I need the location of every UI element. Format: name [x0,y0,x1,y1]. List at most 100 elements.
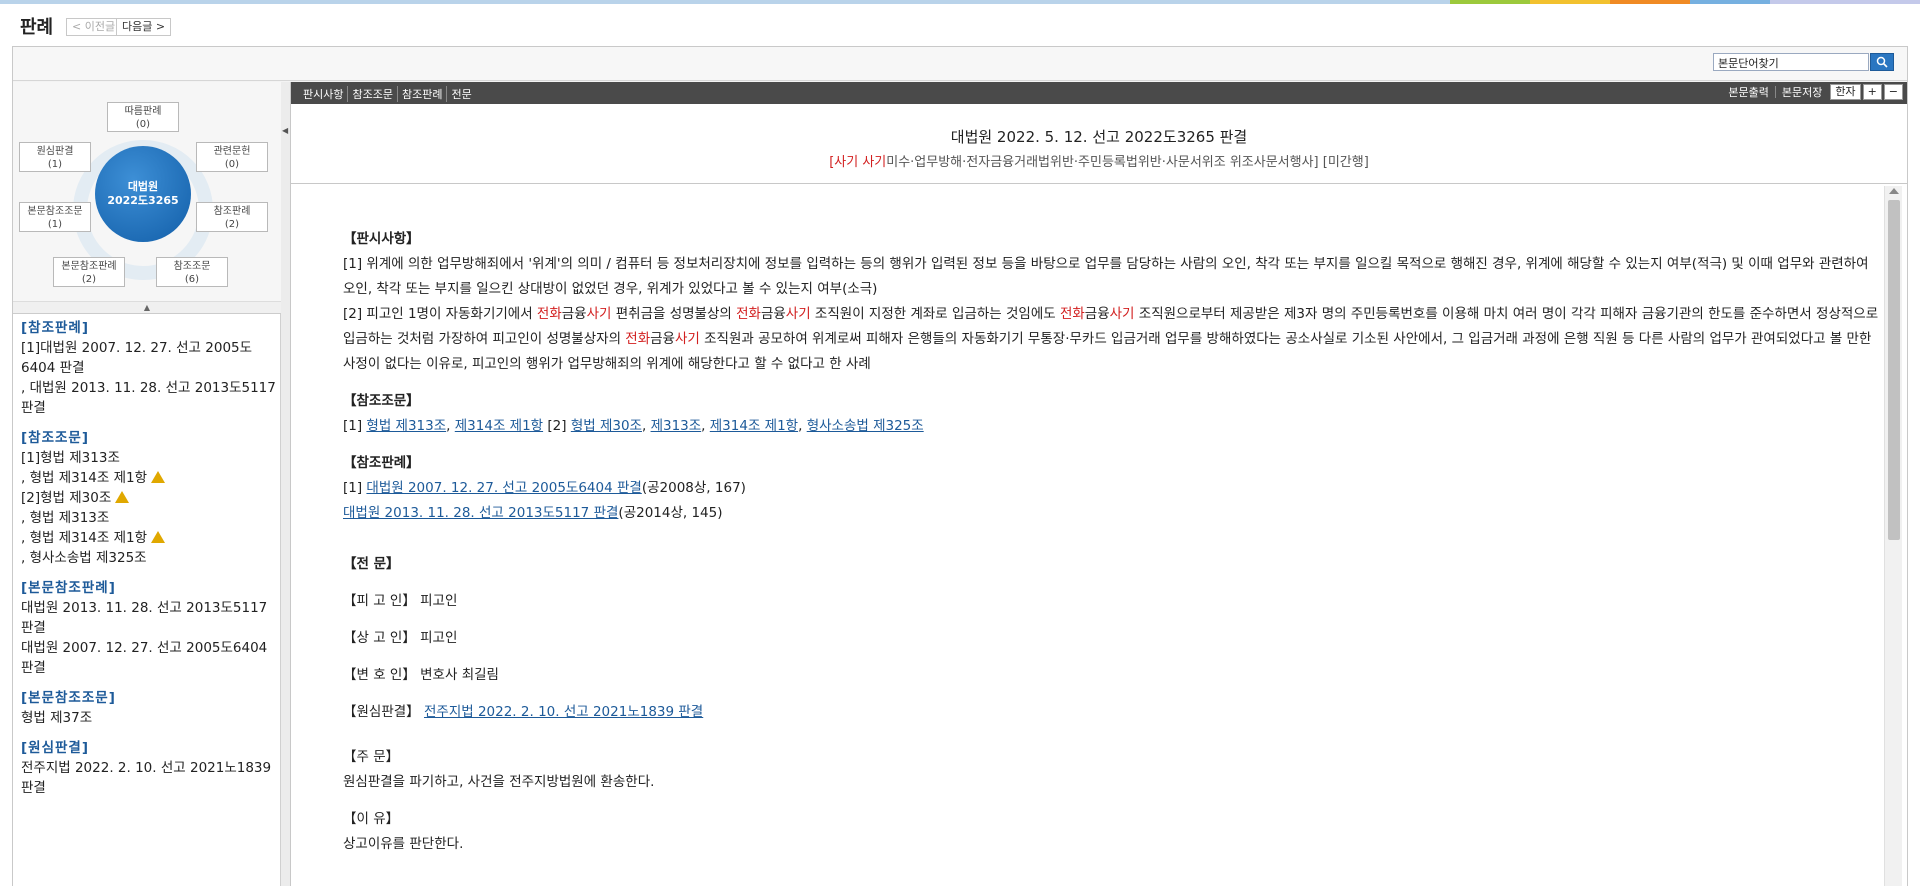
counsel-line: 【변 호 인】 변호사 최길림 [343,663,1883,688]
ref-laws-title: [참조조문] [21,430,90,446]
ref-law-item[interactable]: [1]형법 제313조 [21,448,276,468]
case-subtitle-rest: 미수·업무방해·전자금융거래법위반·주민등록법위반·사문서위조 위조사문서행사]… [886,155,1369,170]
reason-text: 상고이유를 판단한다. [343,836,464,852]
node-label: 따름판례 [124,106,162,117]
search-button[interactable] [1870,53,1894,71]
hanja-toggle[interactable]: 한자 [1830,84,1861,100]
save-button[interactable]: 본문저장 [1776,84,1828,100]
law-link[interactable]: 제313조 [651,418,702,434]
law-link[interactable]: 형법 제313조 [366,418,446,434]
holding-heading: 【판시사항】 [343,231,420,247]
text: 조직원이 지정한 계좌로 입금하는 것임에도 [810,306,1060,322]
label: 【피 고 인】 [343,593,416,609]
tab-full-text[interactable]: 전문 [447,86,475,102]
ref-law-item[interactable]: [2]형법 제30조 [21,488,276,508]
warning-icon [151,531,166,543]
case-link[interactable]: 대법원 2007. 12. 27. 선고 2005도6404 판결 [366,480,641,496]
value: 피고인 [420,593,458,609]
node-original-judgment[interactable]: 원심판결 (1) [19,142,91,172]
law-link[interactable]: 형법 제30조 [571,418,642,434]
text: (공2008상, 167) [641,480,746,496]
body-ref-law-item[interactable]: 형법 제37조 [21,708,276,728]
law-link[interactable]: 제314조 제1항 [455,418,543,434]
scrollbar-thumb[interactable] [1888,200,1900,540]
center-case-number: 2022도3265 [107,194,179,207]
next-button[interactable]: 다음글 > [116,18,172,36]
case-link[interactable]: 대법원 2013. 11. 28. 선고 2013도5117 판결 [343,505,618,521]
appellant-line: 【상 고 인】 피고인 [343,626,1883,651]
original-judgment-item[interactable]: 전주지법 2022. 2. 10. 선고 2021노1839 판결 [21,758,276,798]
viewer-frame: 본문단어찾기 대법원 2022도3265 따름판례 (0) 관련문헌 (0) 참조판… [12,46,1908,886]
node-count: (2) [81,274,97,285]
case-subtitle: [사기 사기미수·업무방해·전자금융거래법위반·주민등록법위반·사문서위조 위조… [291,151,1907,170]
collapse-relation-map[interactable]: ▲ [13,302,281,314]
center-court: 대법원 [127,180,159,193]
text: 금융 [561,306,587,322]
text: (공2014상, 145) [618,505,723,521]
body-ref-case-item[interactable]: 대법원 2007. 12. 27. 선고 2005도6404 판결 [21,638,276,678]
search-bar: 본문단어찾기 [13,47,1907,81]
law-link[interactable]: 형사소송법 제325조 [807,418,924,434]
case-title: 대법원 2022. 5. 12. 선고 2022도3265 판결 [950,128,1248,146]
ref-case-item[interactable]: , 대법원 2013. 11. 28. 선고 2013도5117 판결 [21,378,276,418]
label: 【원심판결】 [343,704,420,720]
node-body-ref-cases[interactable]: 본문참조판례 (2) [53,257,125,287]
highlight: 전화 [736,306,761,322]
original-judgment-line: 【원심판결】 전주지법 2022. 2. 10. 선고 2021노1839 판결 [343,700,1883,725]
highlight: 전화 [1059,306,1085,322]
defendant-line: 【피 고 인】 피고인 [343,589,1883,614]
content-scrollbar[interactable] [1884,186,1902,886]
ref-law-item[interactable]: , 형법 제313조 [21,508,276,528]
chevron-left-icon: ◀ [282,126,289,135]
original-judgment-link[interactable]: 전주지법 2022. 2. 10. 선고 2021노1839 판결 [424,704,703,720]
node-ref-laws[interactable]: 참조조문 (6) [156,257,228,287]
label: 【상 고 인】 [343,630,416,646]
left-panel: 대법원 2022도3265 따름판례 (0) 관련문헌 (0) 참조판례 (2) 참조… [13,82,281,886]
tab-holding[interactable]: 판시사항 [299,86,349,102]
node-related-literature[interactable]: 관련문헌 (0) [196,142,268,172]
panel-splitter[interactable]: ◀ [281,82,291,886]
tab-ref-cases[interactable]: 참조판례 [398,86,448,102]
font-decrease-button[interactable]: − [1883,84,1903,100]
search-input[interactable]: 본문단어찾기 [1713,53,1869,71]
original-judgment-title: [원심판결] [21,740,90,756]
holding-item-1: [1] 위계에 의한 업무방해죄에서 '위계'의 의미 / 컴퓨터 등 정보처리… [343,256,1869,297]
relation-center[interactable]: 대법원 2022도3265 [95,146,191,242]
node-body-ref-laws[interactable]: 본문참조조문 (1) [19,202,91,232]
order-text: 원심판결을 파기하고, 사건을 전주지방법원에 환송한다. [343,774,655,790]
ref-law-text: [1]형법 제313조 [21,450,120,466]
ref-cases-heading: 【참조판례】 [343,455,420,471]
font-increase-button[interactable]: + [1862,84,1882,100]
print-button[interactable]: 본문출력 [1722,84,1774,100]
ref-case-item[interactable]: [1]대법원 2007. 12. 27. 선고 2005도6404 판결 [21,338,276,378]
body-ref-cases-title: [본문참조판례] [21,580,116,596]
node-ref-cases[interactable]: 참조판례 (2) [196,202,268,232]
ref-cases-title: [참조판례] [21,320,90,336]
node-label: 참조조문 [173,261,211,272]
value: 변호사 최길림 [420,667,499,683]
value: 피고인 [420,630,458,646]
reason-heading: 【이 유】 [343,811,400,827]
scroll-up-icon[interactable] [1889,188,1899,194]
ref-law-item[interactable]: , 형사소송법 제325조 [21,548,276,568]
label: 【변 호 인】 [343,667,416,683]
prev-button[interactable]: < 이전글 [66,18,122,36]
node-label: 본문참조조문 [27,206,83,217]
ref-law-text: , 형법 제313조 [21,510,110,526]
ref-law-item[interactable]: , 형법 제314조 제1항 [21,528,276,548]
node-count: (1) [47,159,63,170]
tab-ref-laws[interactable]: 참조조문 [348,86,398,102]
body-ref-case-item[interactable]: 대법원 2013. 11. 28. 선고 2013도5117 판결 [21,598,276,638]
law-link[interactable]: 제314조 제1항 [710,418,798,434]
case-subtitle-highlight: [사기 사기 [829,155,887,170]
relation-map: 대법원 2022도3265 따름판례 (0) 관련문헌 (0) 참조판례 (2) 참조… [13,82,281,302]
node-label: 본문참조판례 [61,261,117,272]
page-header: 판례 < 이전글 다음글 > [0,4,1920,46]
text: 금융 [650,331,675,347]
order-heading: 【주 문】 [343,749,400,765]
case-body: 【판시사항】 [1] 위계에 의한 업무방해죄에서 '위계'의 의미 / 컴퓨터… [343,227,1883,857]
node-following-cases[interactable]: 따름판례 (0) [107,102,179,132]
text: 편취금을 성명불상의 [611,306,737,322]
ref-law-item[interactable]: , 형법 제314조 제1항 [21,468,276,488]
highlight: 사기 [785,306,811,322]
